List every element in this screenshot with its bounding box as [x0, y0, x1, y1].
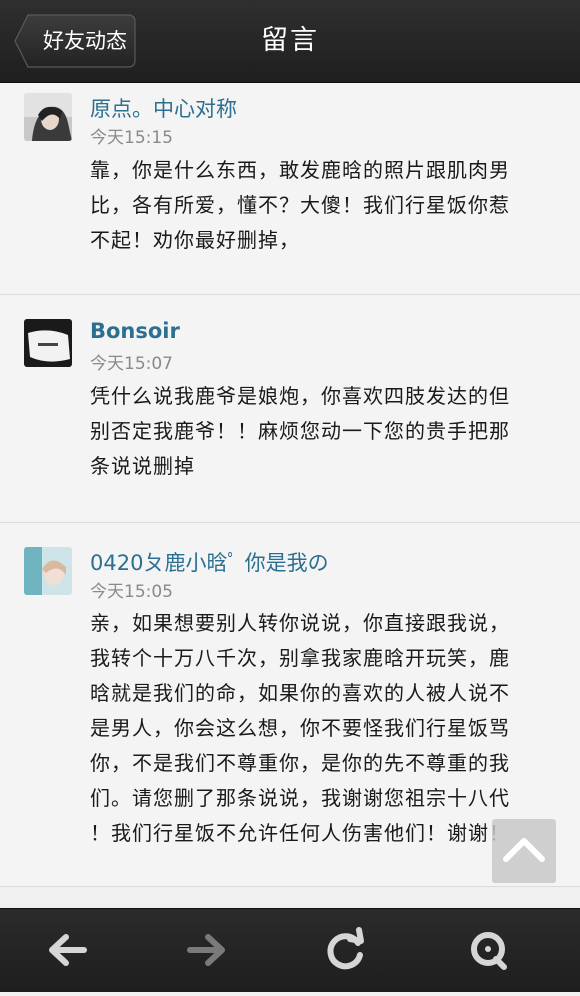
bottom-nav-bar — [0, 908, 580, 992]
comment-text: 靠，你是什么东西，敢发鹿晗的照片跟肌肉男 比，各有所爱，懂不？大傻！我们行星饭你… — [90, 153, 560, 258]
comment-line: 你，不是我们不尊重你，是你的先不尊重的我 — [90, 751, 510, 775]
comment-time: 今天15:05 — [90, 582, 173, 602]
comment-line: 是男人，你会这么想，你不要怪我们行星饭骂 — [90, 716, 510, 740]
arrow-left-icon — [49, 934, 87, 966]
scroll-to-top-button[interactable] — [492, 819, 556, 883]
comment-line: ！我们行星饭不允许任何人伤害他们！谢谢！ — [90, 821, 510, 845]
comment-author[interactable]: 0420ㄆ鹿小晗ﾟ 你是我の — [90, 547, 329, 577]
comment-text: 亲，如果想要别人转你说说，你直接跟我说， 我转个十万八千次，别拿我家鹿晗开玩笑，… — [90, 606, 560, 851]
comment-line: 条说说删掉 — [90, 454, 195, 478]
comment-list[interactable]: 原点。中心对称 今天15:15 靠，你是什么东西，敢发鹿晗的照片跟肌肉男 比，各… — [0, 83, 580, 908]
nav-forward-button[interactable] — [166, 909, 246, 992]
nav-back-button[interactable] — [28, 909, 108, 992]
top-bar: 好友动态 留言 — [0, 0, 580, 83]
comment-line: 靠，你是什么东西，敢发鹿晗的照片跟肌肉男 — [90, 158, 510, 182]
arrow-right-icon — [187, 934, 225, 966]
comment-line: 不起！劝你最好删掉， — [90, 228, 300, 252]
comment-author[interactable]: Bonsoir — [90, 319, 180, 343]
comment-line: 亲，如果想要别人转你说说，你直接跟我说， — [90, 611, 510, 635]
comment-text: 凭什么说我鹿爷是娘炮，你喜欢四肢发达的但 别否定我鹿爷！！麻烦您动一下您的贵手把… — [90, 379, 560, 484]
avatar[interactable] — [24, 319, 72, 367]
comment-item: Bonsoir 今天15:07 凭什么说我鹿爷是娘炮，你喜欢四肢发达的但 别否定… — [0, 295, 580, 523]
back-button-label: 好友动态 — [43, 29, 127, 53]
back-button[interactable]: 好友动态 — [14, 14, 136, 68]
comment-item: 原点。中心对称 今天15:15 靠，你是什么东西，敢发鹿晗的照片跟肌肉男 比，各… — [0, 83, 580, 295]
qq-home-icon — [471, 932, 507, 970]
comment-line: 别否定我鹿爷！！麻烦您动一下您的贵手把那 — [90, 419, 510, 443]
comment-line: 晗就是我们的命，如果你的喜欢的人被人说不 — [90, 681, 510, 705]
comment-line: 比，各有所爱，懂不？大傻！我们行星饭你惹 — [90, 193, 510, 217]
comment-line: 们。请您删了那条说说，我谢谢您祖宗十八代 — [90, 786, 510, 810]
comment-time: 今天15:07 — [90, 354, 173, 374]
chevron-up-icon — [503, 838, 545, 862]
comment-time: 今天15:15 — [90, 128, 173, 148]
comment-author[interactable]: 原点。中心对称 — [90, 93, 237, 123]
nav-refresh-button[interactable] — [306, 909, 386, 992]
nav-home-button[interactable] — [448, 909, 528, 992]
avatar[interactable] — [24, 93, 72, 141]
comment-line: 我转个十万八千次，别拿我家鹿晗开玩笑，鹿 — [90, 646, 510, 670]
refresh-icon — [327, 927, 364, 970]
comment-line: 凭什么说我鹿爷是娘炮，你喜欢四肢发达的但 — [90, 384, 510, 408]
avatar[interactable] — [24, 547, 72, 595]
